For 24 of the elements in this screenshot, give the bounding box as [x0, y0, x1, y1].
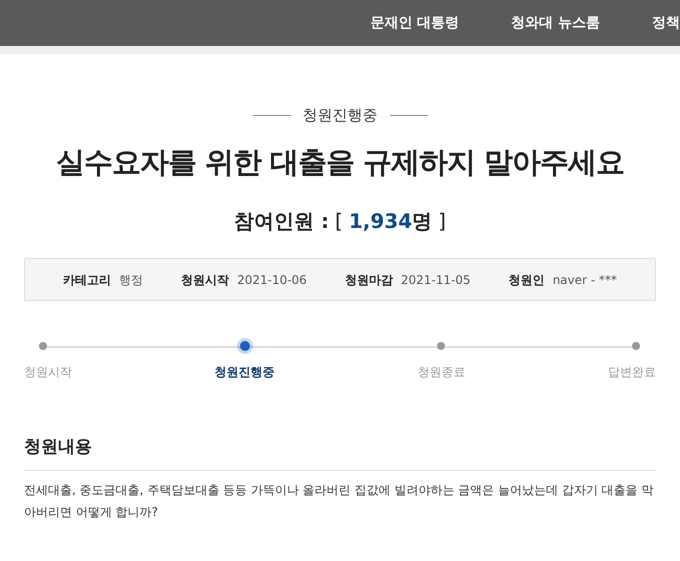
petition-title: 실수요자를 위한 대출을 규제하지 말아주세요	[56, 144, 624, 180]
participant-count: 1,934	[348, 208, 412, 235]
count-unit: 명	[412, 208, 432, 235]
section-heading: 청원내용	[24, 435, 656, 470]
info-label: 청원인	[508, 272, 545, 288]
nav-link[interactable]: 청와대 뉴스룸	[511, 12, 600, 34]
info-value: 행정	[119, 272, 144, 288]
info-label: 카테고리	[63, 272, 112, 288]
bracket-text: ]	[438, 208, 446, 235]
step-label: 청원시작	[24, 364, 72, 381]
info-label: 청원시작	[181, 272, 230, 288]
status-label: 청원진행중	[302, 105, 378, 126]
participants-label: 참여인원 :	[234, 208, 330, 235]
step-label: 청원진행중	[214, 364, 275, 381]
petition-content: 전세대출, 중도금대출, 주택담보대출 등등 가뜩이나 올라버린 집값에 빌려야하는 금액은 늘어났는데 갑자기 대출을 막아버리면 어떻게 합니까?	[24, 482, 654, 520]
info-value: naver - ***	[552, 272, 617, 288]
step-label: 답변완료	[608, 364, 656, 381]
nav-link[interactable]: 문재인 대통령	[370, 12, 460, 34]
info-label: 청원마감	[344, 272, 393, 288]
info-value: 2021-11-05	[400, 272, 471, 288]
bracket-text: [	[335, 208, 343, 235]
info-value: 2021-10-06	[237, 272, 307, 288]
step-label: 청원종료	[417, 364, 466, 381]
nav-link[interactable]: 정책	[652, 12, 680, 34]
